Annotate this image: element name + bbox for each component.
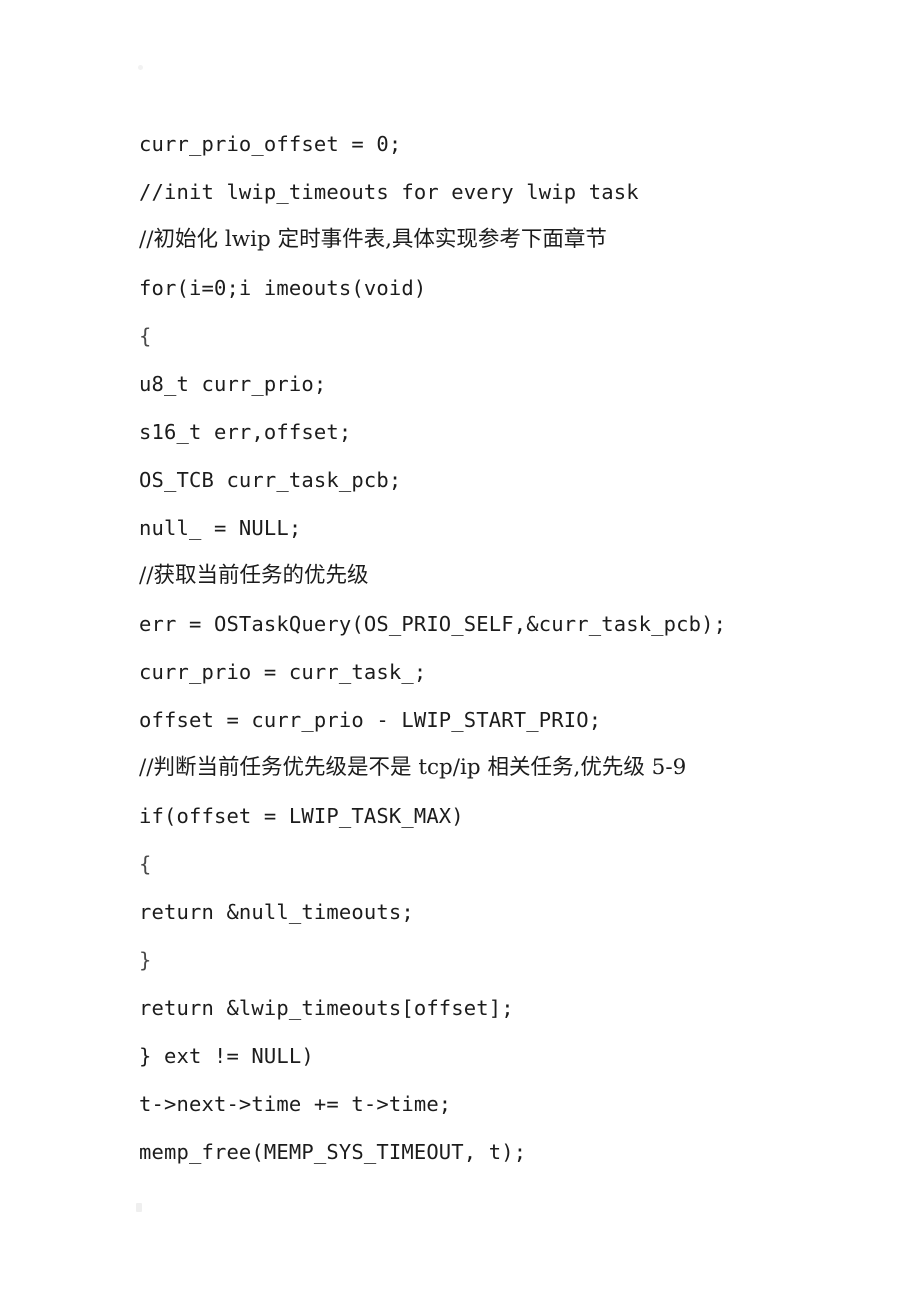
code-line: if(offset = LWIP_TASK_MAX) — [139, 804, 464, 828]
code-line: s16_t err,offset; — [139, 420, 352, 444]
scan-artifact-speckle-bottom — [136, 1203, 142, 1212]
code-line: //判断当前任务优先级是不是 tcp/ip 相关任务,优先级 5-9 — [139, 755, 687, 780]
code-line: null_ = NULL; — [139, 516, 302, 540]
code-line: } — [139, 948, 152, 972]
code-line: { — [139, 852, 152, 876]
code-line: offset = curr_prio - LWIP_START_PRIO; — [139, 708, 602, 732]
code-line: return &lwip_timeouts[offset]; — [139, 996, 514, 1020]
scan-artifact-speckle-top — [138, 65, 143, 70]
code-line: { — [139, 324, 152, 348]
code-line: //初始化 lwip 定时事件表,具体实现参考下面章节 — [139, 227, 607, 252]
code-line: OS_TCB curr_task_pcb; — [139, 468, 402, 492]
code-line: curr_prio = curr_task_; — [139, 660, 427, 684]
code-line: return &null_timeouts; — [139, 900, 414, 924]
code-line: } ext != NULL) — [139, 1044, 314, 1068]
code-line: t->next->time += t->time; — [139, 1092, 452, 1116]
code-line: u8_t curr_prio; — [139, 372, 327, 396]
code-listing: curr_prio_offset = 0; //init lwip_timeout… — [139, 120, 839, 1176]
document-page: curr_prio_offset = 0; //init lwip_timeout… — [0, 0, 920, 1302]
code-line: curr_prio_offset = 0; — [139, 132, 402, 156]
code-line: //init lwip_timeouts for every lwip task — [139, 180, 639, 204]
code-line: memp_free(MEMP_SYS_TIMEOUT, t); — [139, 1140, 527, 1164]
code-line: err = OSTaskQuery(OS_PRIO_SELF,&curr_tas… — [139, 612, 727, 636]
code-line: for(i=0;i imeouts(void) — [139, 276, 427, 300]
code-line: //获取当前任务的优先级 — [139, 563, 369, 588]
